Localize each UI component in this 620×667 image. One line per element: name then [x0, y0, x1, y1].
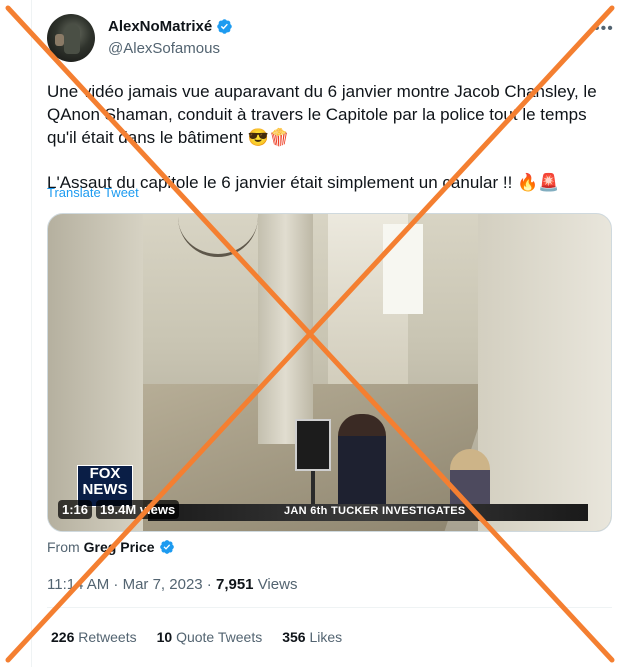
tweet-timestamp[interactable]: 11:14 AM · Mar 7, 2023 · — [47, 576, 216, 593]
avatar-figure — [64, 24, 80, 54]
quote-tweets-stat[interactable]: 10 Quote Tweets — [157, 629, 263, 645]
video-views: 19.4M views — [96, 500, 180, 519]
from-label: From — [47, 539, 80, 555]
translate-tweet-link[interactable]: Translate Tweet — [47, 185, 139, 200]
views-label: Views — [253, 576, 298, 593]
from-source-link[interactable]: Greg Price — [84, 539, 155, 555]
likes-label: Likes — [309, 629, 343, 645]
views-count: 7,951 — [215, 576, 254, 593]
timeline-border — [31, 0, 32, 667]
verified-icon — [159, 540, 174, 554]
verified-icon — [217, 19, 232, 34]
pillar-right — [478, 214, 611, 531]
video-player[interactable]: FOX NEWS JAN 6th TUCKER INVESTIGATES — [47, 213, 612, 532]
retweets-stat[interactable]: 226 Retweets — [51, 629, 137, 645]
tweet-text: Une vidéo jamais vue auparavant du 6 jan… — [47, 80, 612, 194]
likes-count: 356 — [282, 629, 306, 645]
divider — [47, 607, 612, 608]
person-figure — [338, 414, 386, 514]
retweets-count: 226 — [51, 629, 75, 645]
avatar-hand — [55, 34, 64, 46]
tweet-paragraph: Une vidéo jamais vue auparavant du 6 jan… — [47, 82, 597, 147]
window-light — [383, 224, 423, 314]
more-icon[interactable]: ••• — [594, 20, 614, 38]
author-name-row[interactable]: AlexNoMatrixé — [108, 18, 233, 35]
column — [258, 214, 313, 444]
quote-tweets-label: Quote Tweets — [176, 629, 263, 645]
engagement-stats: 226 Retweets 10 Quote Tweets 356 Likes — [51, 629, 342, 645]
video-stats: 1:16 19.4M views — [58, 500, 180, 519]
keep-right-sign — [295, 419, 331, 471]
tweet-meta: 11:14 AM · Mar 7, 2023 · 7,951 Views — [47, 576, 297, 593]
from-attribution: From Greg Price — [47, 539, 175, 555]
author-handle[interactable]: @AlexSofamous — [108, 40, 220, 57]
fox-news-logo-text: FOX NEWS — [82, 465, 128, 498]
avatar[interactable] — [47, 14, 95, 62]
chandelier — [178, 214, 258, 257]
author-display-name[interactable]: AlexNoMatrixé — [108, 18, 212, 35]
news-ticker-text: JAN 6th TUCKER INVESTIGATES — [284, 505, 466, 517]
quote-tweets-count: 10 — [156, 629, 173, 645]
retweets-label: Retweets — [78, 629, 137, 645]
video-duration: 1:16 — [58, 500, 93, 519]
likes-stat[interactable]: 356 Likes — [282, 629, 342, 645]
